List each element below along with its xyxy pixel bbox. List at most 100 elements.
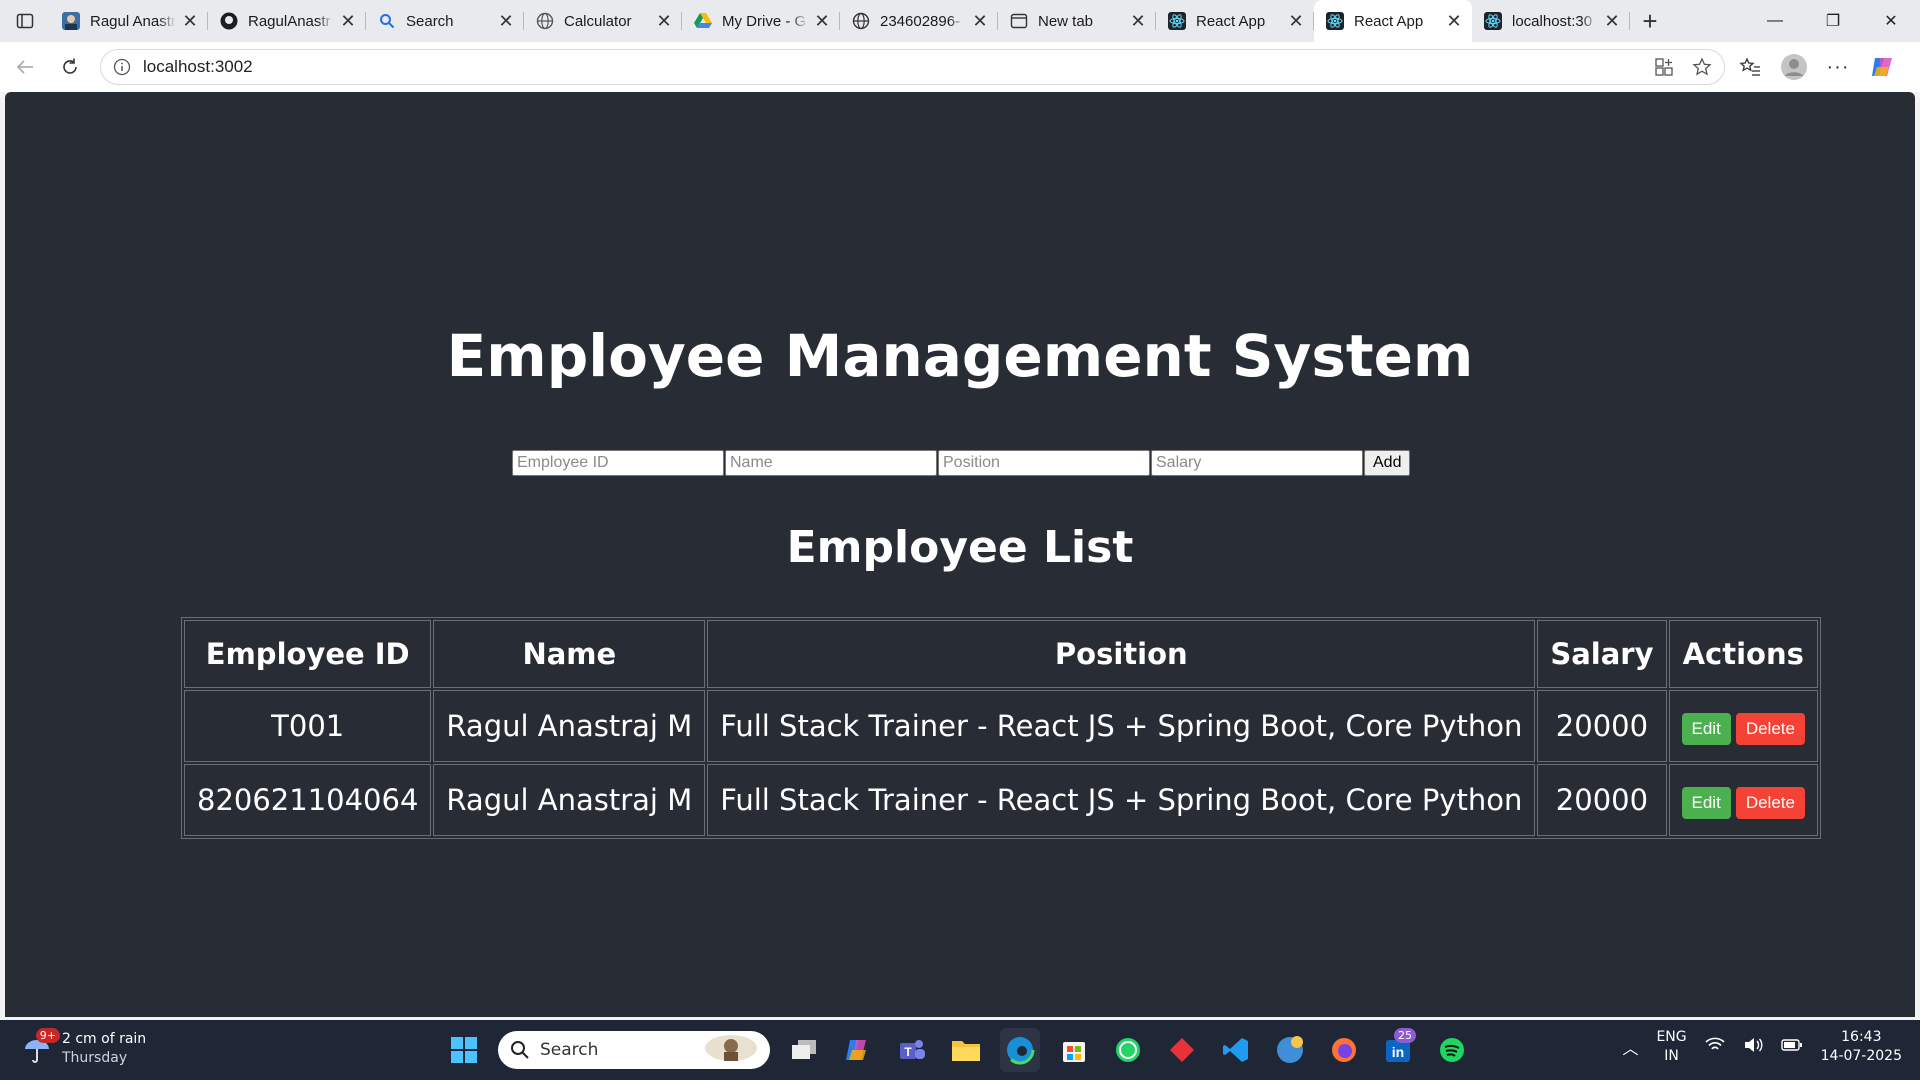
tab-actions-button[interactable] xyxy=(0,0,50,42)
position-input[interactable] xyxy=(938,450,1150,476)
header-salary: Salary xyxy=(1537,620,1667,688)
vscode-app[interactable] xyxy=(1216,1028,1256,1072)
back-button[interactable] xyxy=(5,49,45,85)
python-app[interactable] xyxy=(1270,1028,1310,1072)
edit-button[interactable]: Edit xyxy=(1681,713,1731,745)
employee-list-title: Employee List xyxy=(786,522,1134,573)
red-diamond-app[interactable] xyxy=(1162,1028,1202,1072)
linkedin-app[interactable]: in 25 xyxy=(1378,1028,1418,1072)
tab-calculator[interactable]: Calculator ✕ xyxy=(524,0,682,42)
delete-button[interactable]: Delete xyxy=(1735,787,1805,819)
page-viewport: Employee Management System Add Employee … xyxy=(5,92,1915,1017)
tab-react-app-1[interactable]: React App ✕ xyxy=(1156,0,1314,42)
cell-position: Full Stack Trainer - React JS + Spring B… xyxy=(707,690,1536,762)
restore-button[interactable]: ❐ xyxy=(1804,0,1862,42)
search-highlight-icon xyxy=(704,1034,758,1067)
copilot-button[interactable] xyxy=(1867,52,1897,82)
delete-button[interactable]: Delete xyxy=(1735,713,1805,745)
wifi-icon[interactable] xyxy=(1705,1037,1725,1057)
start-button[interactable] xyxy=(444,1028,484,1072)
tab-new-tab[interactable]: New tab ✕ xyxy=(998,0,1156,42)
refresh-button[interactable] xyxy=(50,49,90,85)
favorites-button[interactable] xyxy=(1735,52,1765,82)
cell-salary: 20000 xyxy=(1537,764,1667,836)
volume-icon[interactable] xyxy=(1743,1037,1763,1057)
react-icon xyxy=(1484,12,1502,30)
svg-text:T: T xyxy=(904,1045,912,1059)
task-view-icon xyxy=(792,1040,816,1059)
edge-app[interactable] xyxy=(1000,1028,1040,1072)
close-icon[interactable]: ✕ xyxy=(1128,11,1148,31)
close-icon[interactable]: ✕ xyxy=(1444,11,1464,31)
taskbar-search[interactable]: Search xyxy=(498,1031,770,1069)
weather-widget[interactable]: 9+ 2 cm of rain Thursday xyxy=(22,1028,146,1068)
taskbar-search-label: Search xyxy=(540,1040,599,1060)
clock-date: 14-07-2025 xyxy=(1820,1048,1902,1064)
tab-my-drive[interactable]: My Drive - G ✕ xyxy=(682,0,840,42)
close-icon[interactable]: ✕ xyxy=(654,11,674,31)
close-icon[interactable]: ✕ xyxy=(1602,11,1622,31)
system-clock[interactable]: 16:43 14-07-2025 xyxy=(1821,1028,1902,1066)
add-button[interactable]: Add xyxy=(1364,450,1411,476)
file-explorer-app[interactable] xyxy=(946,1028,986,1072)
tab-234602896[interactable]: 234602896- ✕ xyxy=(840,0,998,42)
battery-icon[interactable] xyxy=(1780,1038,1803,1056)
close-icon: ✕ xyxy=(1884,13,1898,30)
table-row: 820621104064 Ragul Anastraj M Full Stack… xyxy=(184,764,1818,836)
close-icon[interactable]: ✕ xyxy=(812,11,832,31)
address-bar[interactable]: localhost:3002 xyxy=(100,49,1725,85)
new-tab-button[interactable]: + xyxy=(1630,0,1670,42)
google-drive-icon xyxy=(694,12,712,30)
taskbar-apps: Search T in 25 xyxy=(444,1028,1472,1072)
language-code: ENG xyxy=(1656,1029,1687,1045)
search-icon xyxy=(378,12,396,30)
add-employee-form: Add xyxy=(512,450,1411,476)
system-tray: ︿ ENG IN 16:43 14-07-2025 xyxy=(1622,1028,1902,1066)
copilot-icon xyxy=(846,1040,866,1060)
table-row: T001 Ragul Anastraj M Full Stack Trainer… xyxy=(184,690,1818,762)
settings-more-button[interactable]: ··· xyxy=(1823,52,1853,82)
close-window-button[interactable]: ✕ xyxy=(1862,0,1920,42)
close-icon[interactable]: ✕ xyxy=(180,11,200,31)
tab-ragul-profile[interactable]: Ragul Anastr ✕ xyxy=(50,0,208,42)
favorite-star-icon[interactable] xyxy=(1692,57,1712,77)
whatsapp-app[interactable] xyxy=(1108,1028,1148,1072)
minimize-icon: — xyxy=(1767,12,1783,29)
page-title: Employee Management System xyxy=(446,322,1474,390)
input-language[interactable]: ENG IN xyxy=(1656,1028,1686,1066)
tab-title: My Drive - G xyxy=(722,12,807,30)
close-icon[interactable]: ✕ xyxy=(1286,11,1306,31)
header-name: Name xyxy=(433,620,706,688)
minimize-button[interactable]: — xyxy=(1746,0,1804,42)
rain-umbrella-icon: 9+ xyxy=(22,1028,60,1064)
tab-localhost[interactable]: localhost:30 ✕ xyxy=(1472,0,1630,42)
copilot-icon xyxy=(1872,58,1892,76)
react-icon xyxy=(1168,12,1186,30)
spotify-app[interactable] xyxy=(1432,1028,1472,1072)
profile-avatar-icon xyxy=(1781,54,1807,80)
task-view-button[interactable] xyxy=(784,1028,824,1072)
close-icon[interactable]: ✕ xyxy=(970,11,990,31)
show-hidden-icons-button[interactable]: ︿ xyxy=(1622,1035,1638,1059)
tab-search[interactable]: Search ✕ xyxy=(366,0,524,42)
microsoft-store-app[interactable] xyxy=(1054,1028,1094,1072)
employee-id-input[interactable] xyxy=(512,450,724,476)
close-icon[interactable]: ✕ xyxy=(496,11,516,31)
app-available-icon[interactable] xyxy=(1654,57,1674,77)
spotify-icon xyxy=(1440,1038,1464,1062)
language-region: IN xyxy=(1664,1048,1679,1064)
profile-button[interactable] xyxy=(1779,52,1809,82)
teams-app[interactable]: T xyxy=(892,1028,932,1072)
copilot-app[interactable] xyxy=(838,1028,878,1072)
firefox-app[interactable] xyxy=(1324,1028,1364,1072)
edge-icon xyxy=(1005,1035,1035,1065)
close-icon[interactable]: ✕ xyxy=(338,11,358,31)
tab-title: RagulAnastr xyxy=(248,12,331,30)
tab-react-app-active[interactable]: React App ✕ xyxy=(1314,0,1472,42)
salary-input[interactable] xyxy=(1151,450,1363,476)
tab-title: Search xyxy=(406,12,454,30)
browser-toolbar: localhost:3002 ··· xyxy=(0,42,1920,92)
edit-button[interactable]: Edit xyxy=(1681,787,1731,819)
tab-github[interactable]: RagulAnastr ✕ xyxy=(208,0,366,42)
name-input[interactable] xyxy=(725,450,937,476)
